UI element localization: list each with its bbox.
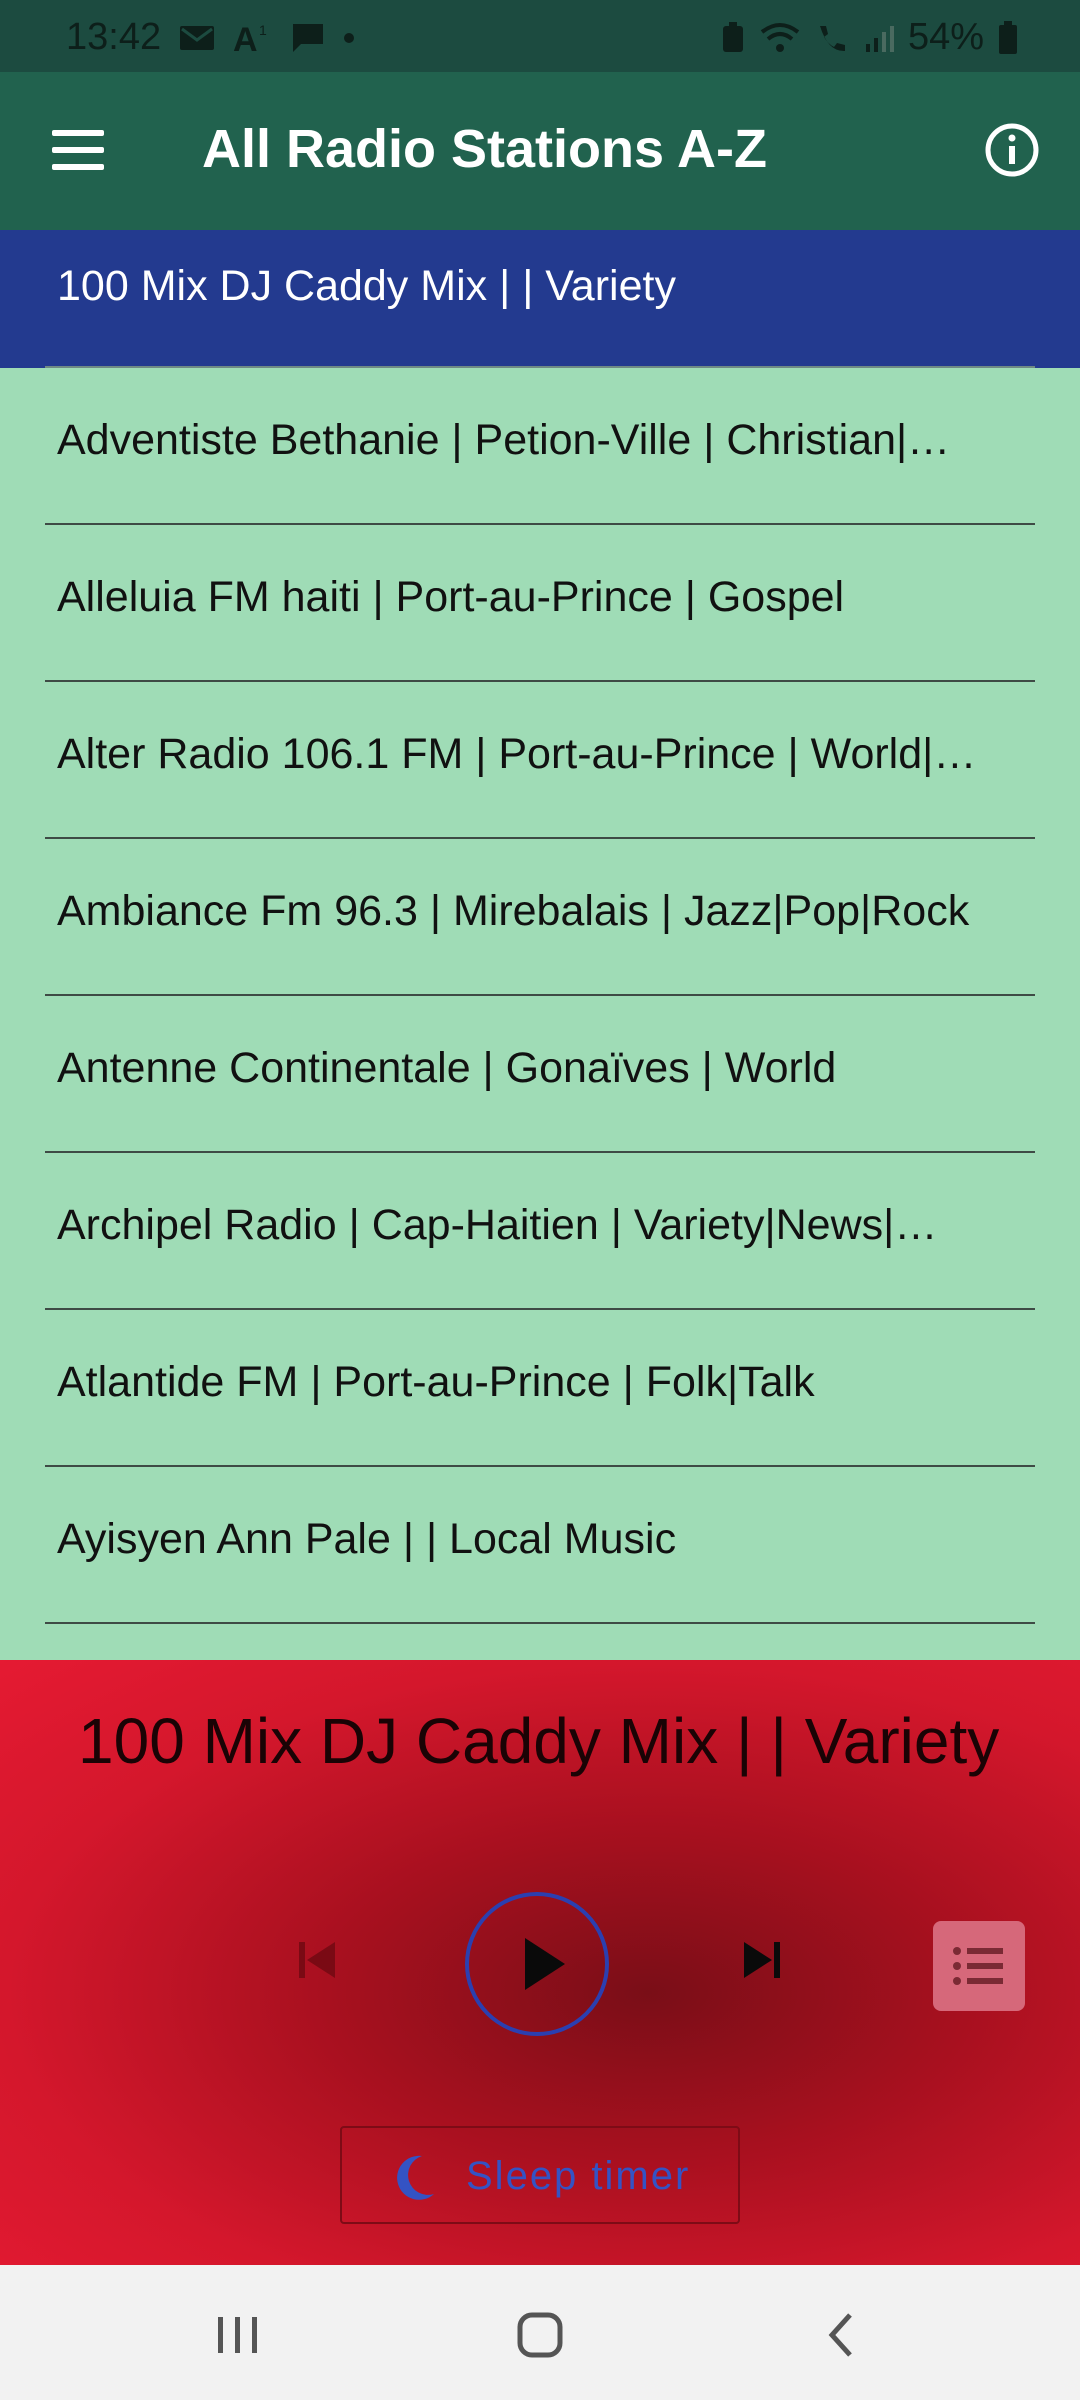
wifi-icon [760,22,800,52]
app-bar: All Radio Stations A-Z [0,72,1080,230]
station-label: Ambiance Fm 96.3 | Mirebalais | Jazz|Pop… [57,887,970,935]
skip-previous-icon[interactable] [295,1938,339,1982]
list-icon [953,1947,1003,1985]
station-label: Alter Radio 106.1 FM | Port-au-Prince | … [57,730,977,778]
now-playing-title: 100 Mix DJ Caddy Mix | | Variety [78,1705,1000,1777]
font-icon: A1 [233,21,267,55]
home-icon[interactable] [510,2305,570,2365]
play-icon [525,1938,565,1990]
recent-apps-icon[interactable] [208,2305,268,2365]
station-row-selected[interactable]: 100 Mix DJ Caddy Mix | | Variety [0,230,1080,368]
call-icon [819,25,845,51]
alarm-icon [722,21,743,52]
station-label: 100 Mix DJ Caddy Mix | | Variety [57,262,676,310]
system-nav-bar [0,2265,1080,2400]
station-row[interactable]: Ayisyen Ann Pale | | Local Music [0,1467,1080,1624]
svg-text:A: A [233,21,258,55]
sleep-timer-button[interactable]: Sleep timer [340,2126,740,2224]
status-left: 13:42 A1 [66,16,355,59]
info-icon[interactable] [984,122,1040,178]
station-label: Ayisyen Ann Pale | | Local Music [57,1515,677,1563]
player-panel: 100 Mix DJ Caddy Mix | | Variety Sleep t… [0,1660,1080,2265]
divider [45,1622,1035,1624]
station-list: 100 Mix DJ Caddy Mix | | Variety Adventi… [0,230,1080,1624]
moon-icon [397,2155,434,2200]
dot-icon [344,32,355,43]
status-bar: 13:42 A1 54% [0,0,1080,72]
battery-icon [999,20,1017,54]
mail-icon [180,25,215,50]
skip-next-icon[interactable] [740,1938,784,1982]
hamburger-menu-icon[interactable] [52,130,104,170]
station-row[interactable]: Adventiste Bethanie | Petion-Ville | Chr… [0,368,1080,525]
play-button[interactable] [465,1892,609,2036]
status-right: 54% [720,16,1018,59]
svg-text:1: 1 [259,22,267,38]
clock: 13:42 [66,16,162,58]
station-label: Adventiste Bethanie | Petion-Ville | Chr… [57,416,951,464]
station-label: Antenne Continentale | Gonaïves | World [57,1044,837,1092]
station-row[interactable]: Archipel Radio | Cap-Haitien | Variety|N… [0,1153,1080,1310]
back-icon[interactable] [812,2305,872,2365]
signal-icon [865,25,894,52]
station-row[interactable]: Ambiance Fm 96.3 | Mirebalais | Jazz|Pop… [0,839,1080,996]
station-row[interactable]: Antenne Continentale | Gonaïves | World [0,996,1080,1153]
queue-button[interactable] [933,1921,1025,2011]
station-label: Alleluia FM haiti | Port-au-Prince | Gos… [57,573,845,621]
page-title: All Radio Stations A-Z [202,119,767,179]
station-row[interactable]: Alleluia FM haiti | Port-au-Prince | Gos… [0,525,1080,682]
station-row[interactable]: Alter Radio 106.1 FM | Port-au-Prince | … [0,682,1080,839]
station-label: Archipel Radio | Cap-Haitien | Variety|N… [57,1201,938,1249]
battery-percent: 54% [907,16,984,58]
station-row[interactable]: Atlantide FM | Port-au-Prince | Folk|Tal… [0,1310,1080,1467]
chat-icon [293,23,324,52]
station-label: Atlantide FM | Port-au-Prince | Folk|Tal… [57,1358,815,1406]
sleep-timer-label: Sleep timer [466,2154,691,2198]
